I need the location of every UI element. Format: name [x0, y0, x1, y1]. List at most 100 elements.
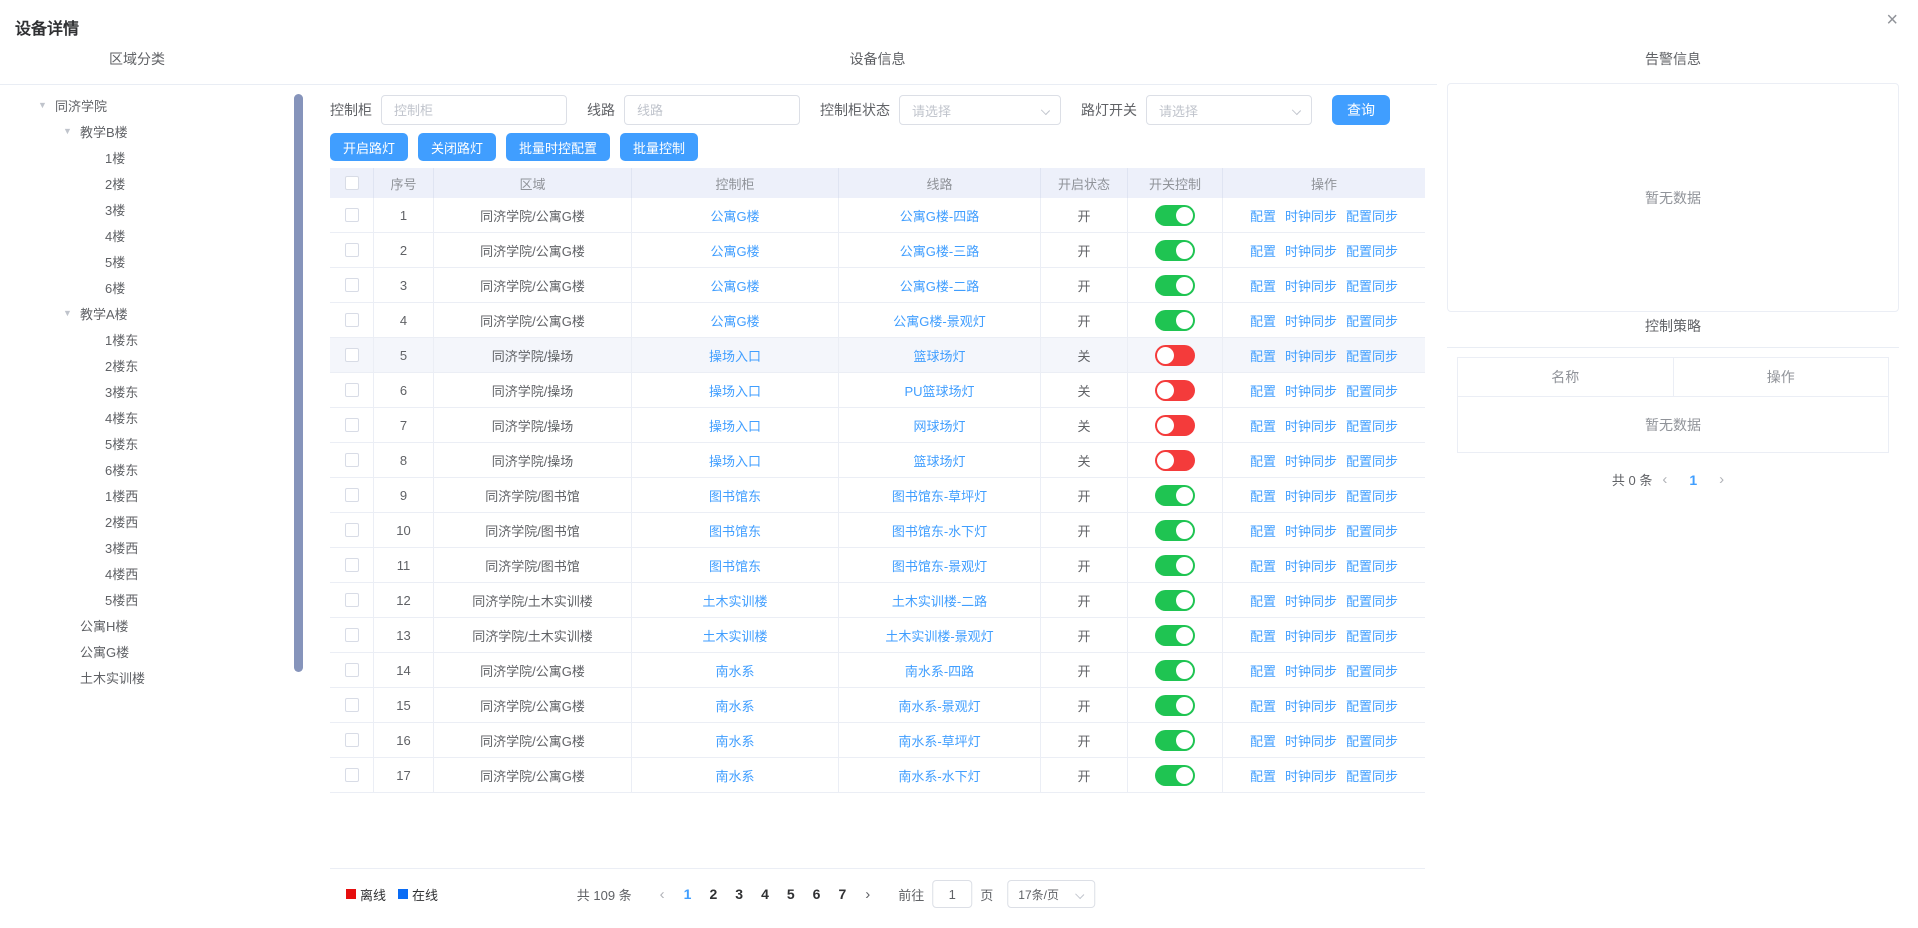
clock-sync-link[interactable]: 时钟同步 — [1285, 766, 1337, 785]
switch-toggle[interactable] — [1155, 625, 1195, 646]
config-sync-link[interactable]: 配置同步 — [1346, 346, 1398, 365]
lamp-switch-select[interactable]: 请选择 — [1146, 95, 1312, 125]
config-link[interactable]: 配置 — [1250, 241, 1276, 260]
clock-sync-link[interactable]: 时钟同步 — [1285, 626, 1337, 645]
cabinet-link[interactable]: 南水系 — [715, 731, 754, 750]
clock-sync-link[interactable]: 时钟同步 — [1285, 241, 1337, 260]
cabinet-status-select[interactable]: 请选择 — [899, 95, 1061, 125]
tree-item[interactable]: 4楼东 — [0, 404, 290, 430]
tree-item[interactable]: 公寓H楼 — [0, 612, 290, 638]
tree-item[interactable]: 2楼西 — [0, 508, 290, 534]
config-sync-link[interactable]: 配置同步 — [1346, 556, 1398, 575]
line-link[interactable]: 公寓G楼-三路 — [900, 241, 979, 260]
clock-sync-link[interactable]: 时钟同步 — [1285, 276, 1337, 295]
tree-item[interactable]: 1楼西 — [0, 482, 290, 508]
line-link[interactable]: 图书馆东-草坪灯 — [892, 486, 987, 505]
row-checkbox[interactable] — [345, 768, 359, 782]
clock-sync-link[interactable]: 时钟同步 — [1285, 486, 1337, 505]
line-link[interactable]: 南水系-草坪灯 — [898, 731, 980, 750]
clock-sync-link[interactable]: 时钟同步 — [1285, 591, 1337, 610]
cabinet-link[interactable]: 南水系 — [715, 661, 754, 680]
config-sync-link[interactable]: 配置同步 — [1346, 311, 1398, 330]
cabinet-link[interactable]: 土木实训楼 — [702, 591, 767, 610]
config-sync-link[interactable]: 配置同步 — [1346, 451, 1398, 470]
caret-down-icon[interactable]: ▼ — [63, 308, 80, 318]
tree-scrollbar[interactable] — [294, 94, 303, 672]
config-sync-link[interactable]: 配置同步 — [1346, 626, 1398, 645]
clock-sync-link[interactable]: 时钟同步 — [1285, 556, 1337, 575]
clock-sync-link[interactable]: 时钟同步 — [1285, 696, 1337, 715]
switch-toggle[interactable] — [1155, 590, 1195, 611]
line-link[interactable]: 南水系-景观灯 — [898, 696, 980, 715]
page-number[interactable]: 6 — [813, 886, 821, 902]
switch-toggle[interactable] — [1155, 275, 1195, 296]
row-checkbox[interactable] — [345, 558, 359, 572]
config-link[interactable]: 配置 — [1250, 626, 1276, 645]
row-checkbox[interactable] — [345, 313, 359, 327]
tree-item[interactable]: 3楼 — [0, 196, 290, 222]
clock-sync-link[interactable]: 时钟同步 — [1285, 416, 1337, 435]
config-sync-link[interactable]: 配置同步 — [1346, 696, 1398, 715]
tree-item[interactable]: ▼教学A楼 — [0, 300, 290, 326]
row-checkbox[interactable] — [345, 488, 359, 502]
switch-toggle[interactable] — [1155, 520, 1195, 541]
tree-item[interactable]: 2楼 — [0, 170, 290, 196]
config-sync-link[interactable]: 配置同步 — [1346, 381, 1398, 400]
tree-item[interactable]: 5楼东 — [0, 430, 290, 456]
select-all-checkbox[interactable] — [345, 176, 359, 190]
switch-toggle[interactable] — [1155, 205, 1195, 226]
prev-page-icon[interactable]: ‹ — [660, 886, 665, 903]
page-number[interactable]: 5 — [787, 886, 795, 902]
cabinet-link[interactable]: 操场入口 — [709, 346, 761, 365]
config-link[interactable]: 配置 — [1250, 696, 1276, 715]
row-checkbox[interactable] — [345, 278, 359, 292]
config-link[interactable]: 配置 — [1250, 311, 1276, 330]
strategy-page-number[interactable]: 1 — [1689, 472, 1697, 488]
cabinet-link[interactable]: 图书馆东 — [709, 486, 761, 505]
row-checkbox[interactable] — [345, 523, 359, 537]
config-sync-link[interactable]: 配置同步 — [1346, 276, 1398, 295]
line-filter-input[interactable] — [624, 95, 800, 125]
config-link[interactable]: 配置 — [1250, 556, 1276, 575]
line-link[interactable]: 篮球场灯 — [913, 346, 965, 365]
tree-item[interactable]: 公寓G楼 — [0, 638, 290, 664]
cabinet-link[interactable]: 公寓G楼 — [710, 311, 759, 330]
tree-item[interactable]: 4楼西 — [0, 560, 290, 586]
switch-toggle[interactable] — [1155, 730, 1195, 751]
tree-item[interactable]: 6楼 — [0, 274, 290, 300]
line-link[interactable]: 公寓G楼-四路 — [900, 206, 979, 225]
row-checkbox[interactable] — [345, 593, 359, 607]
tree-item[interactable]: 5楼 — [0, 248, 290, 274]
config-sync-link[interactable]: 配置同步 — [1346, 521, 1398, 540]
config-link[interactable]: 配置 — [1250, 766, 1276, 785]
tree-item[interactable]: 2楼东 — [0, 352, 290, 378]
line-link[interactable]: 土木实训楼-景观灯 — [885, 626, 993, 645]
switch-toggle[interactable] — [1155, 415, 1195, 436]
cabinet-filter-input[interactable] — [381, 95, 567, 125]
clock-sync-link[interactable]: 时钟同步 — [1285, 311, 1337, 330]
switch-toggle[interactable] — [1155, 555, 1195, 576]
tree-item[interactable]: 4楼 — [0, 222, 290, 248]
line-link[interactable]: 南水系-四路 — [905, 661, 974, 680]
page-number[interactable]: 7 — [838, 886, 846, 902]
row-checkbox[interactable] — [345, 383, 359, 397]
clock-sync-link[interactable]: 时钟同步 — [1285, 451, 1337, 470]
config-link[interactable]: 配置 — [1250, 276, 1276, 295]
switch-toggle[interactable] — [1155, 695, 1195, 716]
tree-item[interactable]: 6楼东 — [0, 456, 290, 482]
config-link[interactable]: 配置 — [1250, 206, 1276, 225]
strategy-prev-page-icon[interactable]: ‹ — [1662, 471, 1667, 488]
caret-down-icon[interactable]: ▼ — [63, 126, 80, 136]
config-sync-link[interactable]: 配置同步 — [1346, 241, 1398, 260]
config-link[interactable]: 配置 — [1250, 346, 1276, 365]
tree-item[interactable]: ▼同济学院 — [0, 92, 290, 118]
line-link[interactable]: 公寓G楼-二路 — [900, 276, 979, 295]
config-sync-link[interactable]: 配置同步 — [1346, 486, 1398, 505]
page-number[interactable]: 1 — [684, 886, 692, 902]
line-link[interactable]: 图书馆东-水下灯 — [892, 521, 987, 540]
page-size-select[interactable]: 17条/页 — [1007, 880, 1095, 908]
search-button[interactable]: 查询 — [1332, 95, 1390, 125]
strategy-next-page-icon[interactable]: › — [1719, 471, 1724, 488]
config-link[interactable]: 配置 — [1250, 451, 1276, 470]
tree-item[interactable]: ▼教学B楼 — [0, 118, 290, 144]
